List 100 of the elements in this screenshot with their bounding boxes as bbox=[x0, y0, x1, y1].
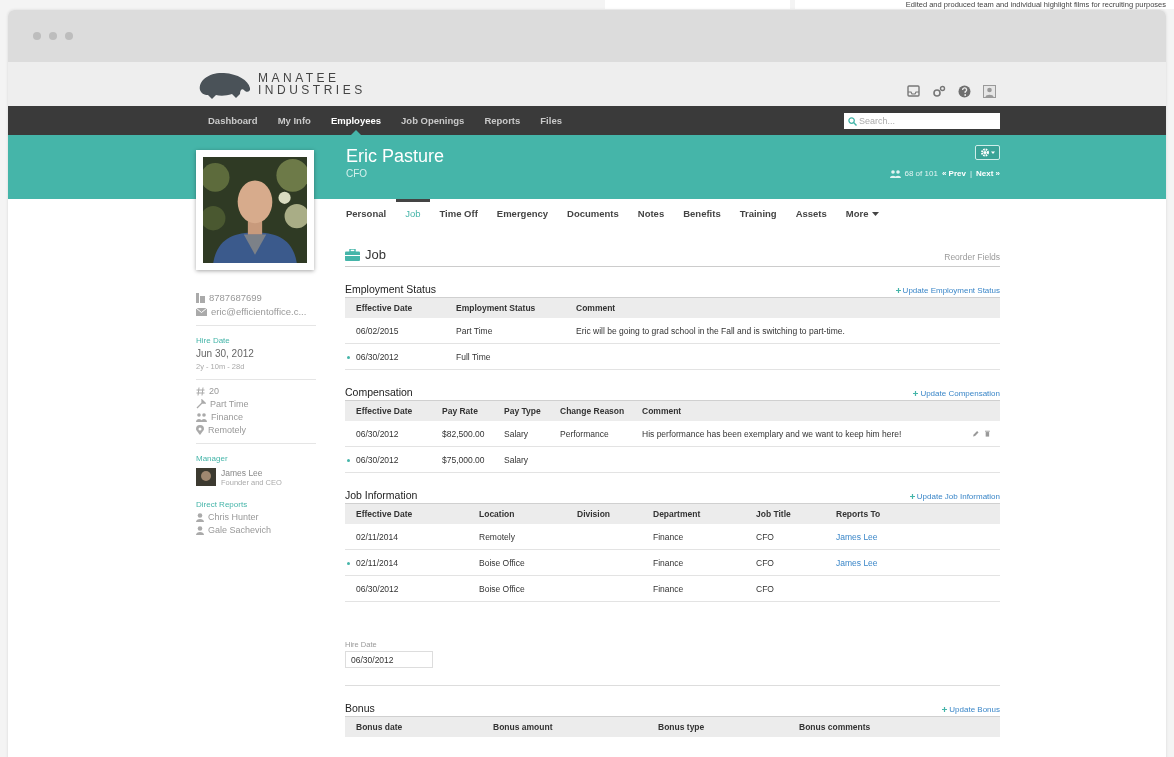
contact-text: eric@efficientoffice.c... bbox=[211, 306, 307, 317]
nav-link[interactable]: Files bbox=[540, 114, 562, 127]
table-cell: 06/02/2015 bbox=[356, 325, 399, 336]
direct-reports-label: Direct Reports bbox=[196, 500, 249, 509]
employee-name: Eric Pasture bbox=[346, 145, 445, 167]
nav-link[interactable]: Employees bbox=[330, 114, 382, 127]
search-icon bbox=[848, 116, 857, 126]
settings-button[interactable] bbox=[975, 145, 1000, 160]
table-cell: Salary bbox=[504, 428, 529, 439]
tab[interactable]: Time Off bbox=[429, 199, 488, 229]
table-cell: 06/30/2012 bbox=[356, 454, 399, 465]
nav-link[interactable]: My Info bbox=[277, 114, 311, 127]
nav-link[interactable]: Job Openings bbox=[401, 114, 465, 127]
map-pin-icon bbox=[196, 425, 204, 435]
update-link[interactable]: Update Employment Status bbox=[895, 286, 1000, 295]
fact-text: Part Time bbox=[210, 399, 249, 409]
employee-position: 68 of 101 bbox=[904, 169, 938, 178]
table-cell: Full Time bbox=[456, 351, 491, 362]
manager-name[interactable]: James Lee bbox=[221, 468, 282, 478]
update-link[interactable]: Update Job Information bbox=[909, 492, 1000, 501]
tab[interactable]: Training bbox=[730, 199, 787, 229]
pager-separator: | bbox=[969, 169, 972, 178]
table-cell: 06/30/2012 bbox=[356, 583, 399, 594]
person-link[interactable]: James Lee bbox=[836, 557, 878, 568]
person-icon bbox=[196, 512, 204, 522]
search-field[interactable]: Search... bbox=[844, 112, 1000, 129]
contact-text: 8787687699 bbox=[209, 292, 262, 303]
gears-icon[interactable] bbox=[932, 84, 946, 98]
column-header: Division bbox=[577, 509, 611, 519]
table-cell: CFO bbox=[756, 557, 774, 568]
column-header: Change Reason bbox=[560, 406, 625, 416]
section-title: Job Information bbox=[345, 489, 418, 501]
tab[interactable]: Documents bbox=[557, 199, 629, 229]
edit-icon[interactable] bbox=[973, 429, 980, 438]
table-cell: Finance bbox=[653, 531, 684, 542]
table-cell: 06/30/2012 bbox=[356, 428, 399, 439]
fact-text: 20 bbox=[209, 386, 219, 396]
column-header: Effective Date bbox=[356, 406, 413, 416]
employee-title: CFO bbox=[346, 167, 369, 180]
user-icon[interactable] bbox=[983, 84, 996, 98]
nav-link[interactable]: Dashboard bbox=[208, 114, 258, 127]
caret-icon bbox=[871, 212, 879, 217]
tab[interactable]: Assets bbox=[786, 199, 837, 229]
column-header: Effective Date bbox=[356, 509, 413, 519]
column-header: Bonus date bbox=[356, 722, 403, 732]
inbox-icon[interactable] bbox=[907, 85, 920, 97]
help-icon[interactable] bbox=[958, 84, 971, 98]
plus-icon bbox=[913, 391, 919, 397]
table-cell: Eric will be going to grad school in the Fall and is switching to part-time. bbox=[576, 325, 845, 336]
tab[interactable]: More bbox=[836, 199, 888, 229]
fact-text: Remotely bbox=[208, 425, 246, 435]
column-header: Bonus amount bbox=[493, 722, 553, 732]
table-cell: 06/30/2012 bbox=[356, 351, 399, 362]
nav-link[interactable]: Reports bbox=[484, 114, 521, 127]
page-title: Job bbox=[365, 247, 386, 262]
column-header: Job Title bbox=[756, 509, 791, 519]
table-cell: His performance has been exemplary and we want to keep him here! bbox=[642, 428, 902, 439]
plus-icon bbox=[942, 707, 948, 713]
hire-date-field[interactable]: 06/30/2012 bbox=[345, 651, 433, 668]
table-cell: 02/11/2014 bbox=[356, 531, 398, 542]
update-link[interactable]: Update Bonus bbox=[942, 705, 1000, 714]
tab[interactable]: Notes bbox=[628, 199, 674, 229]
settings-icon bbox=[979, 148, 996, 157]
section-title: Employment Status bbox=[345, 283, 437, 295]
tab[interactable]: Benefits bbox=[673, 199, 731, 229]
table-cell: Boise Office bbox=[479, 583, 525, 594]
envelope-icon bbox=[196, 307, 207, 316]
column-header: Pay Type bbox=[504, 406, 541, 416]
plus-icon bbox=[895, 288, 901, 294]
column-header: Comment bbox=[642, 406, 682, 416]
column-header: Employment Status bbox=[456, 303, 536, 313]
trash-icon[interactable] bbox=[985, 429, 990, 438]
tab[interactable]: Personal bbox=[345, 199, 396, 229]
column-header: Pay Rate bbox=[442, 406, 478, 416]
table-cell: Performance bbox=[560, 428, 609, 439]
table-cell: Salary bbox=[504, 454, 529, 465]
table-cell: 02/11/2014 bbox=[356, 557, 398, 568]
brand-name: INDUSTRIES bbox=[258, 84, 366, 96]
table-cell: Finance bbox=[653, 557, 684, 568]
brand-name: MANATEE bbox=[258, 72, 341, 84]
briefcase-icon bbox=[345, 248, 360, 261]
column-header: Bonus type bbox=[658, 722, 705, 732]
people-icon bbox=[889, 169, 901, 178]
person-link[interactable]: James Lee bbox=[836, 531, 878, 542]
manager-avatar bbox=[196, 468, 216, 486]
update-link[interactable]: Update Compensation bbox=[913, 389, 1000, 398]
table-cell: CFO bbox=[756, 531, 774, 542]
table-cell: Remotely bbox=[479, 531, 515, 542]
number-sign-icon bbox=[196, 386, 205, 396]
fact-text: Finance bbox=[211, 412, 244, 422]
tab[interactable]: Emergency bbox=[487, 199, 558, 229]
wrench-icon bbox=[196, 399, 206, 409]
manager-label: Manager bbox=[196, 454, 229, 463]
column-header: Effective Date bbox=[356, 303, 413, 313]
table-cell: $82,500.00 bbox=[442, 428, 485, 439]
hire-date-label: Hire Date bbox=[196, 336, 231, 345]
column-header: Reports To bbox=[836, 509, 881, 519]
table-cell: $75,000.00 bbox=[442, 454, 485, 465]
table-cell: Part Time bbox=[456, 325, 493, 336]
plus-icon bbox=[909, 494, 915, 500]
